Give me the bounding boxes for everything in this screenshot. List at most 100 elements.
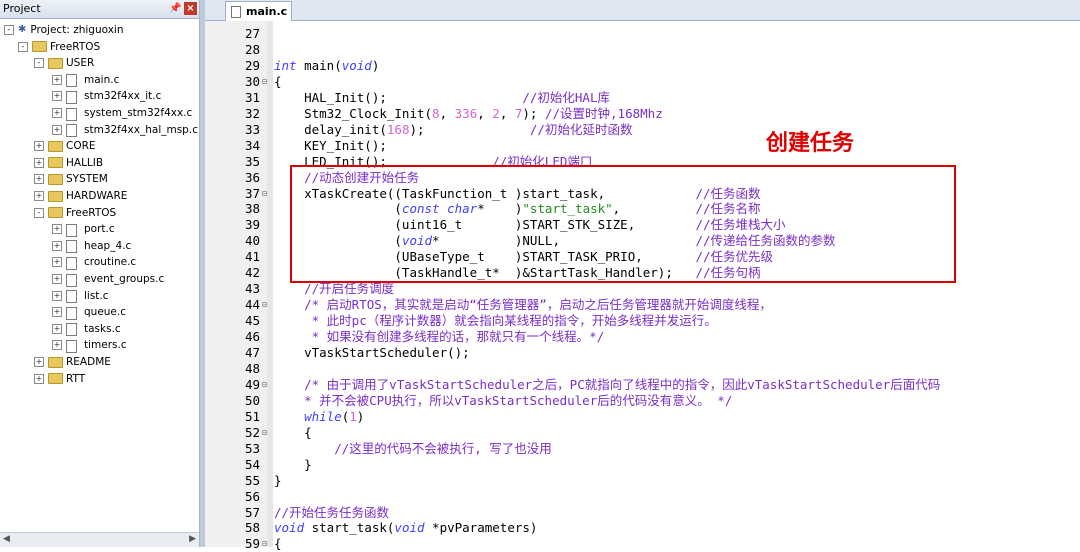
code-line[interactable]: 56 <box>205 489 1080 505</box>
fold-toggle-icon[interactable]: ⊟ <box>262 300 267 309</box>
code-line[interactable]: 27 <box>205 26 1080 42</box>
code-line[interactable]: 59 ⊟ { <box>205 536 1080 552</box>
tree-item[interactable]: + HALLIB <box>34 155 103 171</box>
code-line[interactable]: 29 int main(void) <box>205 58 1080 74</box>
code-token: KEY_Init(); <box>274 137 387 153</box>
folder-icon <box>48 190 63 202</box>
tree-item[interactable]: + system_stm32f4xx.c <box>52 105 192 121</box>
expand-icon[interactable]: + <box>52 240 62 251</box>
code-line[interactable]: 58 void start_task(void *pvParameters) <box>205 520 1080 536</box>
code-line[interactable]: 52 ⊟ { <box>205 425 1080 441</box>
code-line[interactable]: 51 while(1) <box>205 409 1080 425</box>
tree-item[interactable]: + tasks.c <box>52 321 121 337</box>
code-line[interactable]: 44 ⊟ /* 启动RTOS，其实就是启动“任务管理器”，启动之后任务管理器就开始… <box>205 297 1080 313</box>
expand-icon[interactable]: + <box>52 257 62 268</box>
tree-item[interactable]: + stm32f4xx_it.c <box>52 88 161 104</box>
tree-item[interactable]: + timers.c <box>52 337 127 353</box>
expand-icon[interactable]: + <box>34 174 44 185</box>
scroll-left-icon[interactable]: ◀ <box>3 534 10 544</box>
file-icon <box>66 290 80 304</box>
line-number: 38 <box>244 201 260 217</box>
code-line[interactable]: 30 ⊟ { <box>205 74 1080 90</box>
pin-icon[interactable]: 📌 <box>169 2 182 15</box>
line-number: 40 <box>244 233 260 249</box>
tree-item[interactable]: + HARDWARE <box>34 188 127 204</box>
code-token: delay_init( <box>274 121 387 137</box>
code-line[interactable]: 31 HAL_Init(); //初始化HAL库 <box>205 90 1080 106</box>
code-line[interactable]: 34 KEY_Init(); <box>205 138 1080 154</box>
code-line[interactable]: 54 } <box>205 457 1080 473</box>
expand-icon[interactable]: + <box>52 91 62 102</box>
code-line[interactable]: 33 delay_init(168); //初始化延时函数 <box>205 122 1080 138</box>
tree-item[interactable]: + heap_4.c <box>52 238 131 254</box>
tree-item[interactable]: - FreeRTOS <box>18 39 100 55</box>
tree-item[interactable]: + event_groups.c <box>52 271 164 287</box>
tree-item[interactable]: + croutine.c <box>52 254 136 270</box>
code-line[interactable]: 50 * 并不会被CPU执行，所以vTaskStartScheduler后的代码… <box>205 393 1080 409</box>
tree-item[interactable]: - USER <box>34 55 94 71</box>
code-token: /* 由于调用了vTaskStartScheduler之后，PC就指向了线程中的… <box>274 376 941 392</box>
expand-icon[interactable]: + <box>52 108 62 118</box>
expand-icon[interactable]: + <box>52 124 62 135</box>
expand-icon[interactable]: + <box>52 340 62 351</box>
code-token: 8 <box>432 105 440 121</box>
collapse-icon[interactable]: - <box>4 25 14 35</box>
code-area[interactable]: 27 28 29 int main(void) 30 ⊟{31 HAL_Init(); /… <box>205 21 1080 551</box>
code-line[interactable]: 55} <box>205 473 1080 489</box>
fold-toggle-icon[interactable]: ⊟ <box>262 380 267 389</box>
tree-item-label: list.c <box>84 289 109 302</box>
expand-icon[interactable]: + <box>34 373 44 384</box>
expand-icon[interactable]: + <box>34 157 44 168</box>
line-number: 54 <box>244 456 260 472</box>
expand-icon[interactable]: + <box>52 323 62 334</box>
expand-icon[interactable]: + <box>52 74 62 85</box>
expand-icon[interactable]: + <box>34 191 44 201</box>
scroll-right-icon[interactable]: ▶ <box>189 534 196 544</box>
code-line[interactable]: 46 * 如果没有创建多线程的话，那就只有一个线程。*/ <box>205 329 1080 345</box>
fold-toggle-icon[interactable]: ⊟ <box>262 428 267 437</box>
tree-item[interactable]: + CORE <box>34 138 96 154</box>
project-horizontal-scrollbar[interactable]: ◀ ▶ <box>0 532 199 547</box>
line-number: 34 <box>244 137 260 153</box>
line-number: 42 <box>244 265 260 281</box>
close-icon[interactable]: × <box>184 2 197 15</box>
expand-icon[interactable]: + <box>52 224 62 235</box>
code-line[interactable]: 53 //这里的代码不会被执行, 写了也没用 <box>205 441 1080 457</box>
tree-item[interactable]: - FreeRTOS <box>34 205 116 221</box>
expand-icon[interactable]: + <box>52 274 62 284</box>
expand-icon[interactable]: + <box>34 141 44 152</box>
fold-toggle-icon[interactable]: ⊟ <box>262 77 267 86</box>
tree-item[interactable]: + README <box>34 354 111 370</box>
collapse-icon[interactable]: - <box>18 41 28 52</box>
tree-item[interactable]: + RTT <box>34 371 85 387</box>
tree-item[interactable]: + port.c <box>52 221 115 237</box>
code-token: 336 <box>454 105 478 121</box>
code-line[interactable]: 45 * 此时pc（程序计数器）就会指向某线程的指令，开始多线程并发运行。 <box>205 313 1080 329</box>
expand-icon[interactable]: + <box>34 357 44 367</box>
expand-icon[interactable]: + <box>52 307 62 318</box>
collapse-icon[interactable]: - <box>34 58 44 69</box>
tree-item[interactable]: + queue.c <box>52 304 126 320</box>
tree-item-label: event_groups.c <box>84 273 165 285</box>
tree-item[interactable]: + main.c <box>52 72 119 88</box>
code-line[interactable]: 48 <box>205 361 1080 377</box>
expand-icon[interactable]: + <box>52 290 62 301</box>
tree-root[interactable]: - ✱ Project: zhiguoxin <box>4 22 123 38</box>
code-text: delay_init(168); //初始化延时函数 <box>274 122 632 138</box>
tree-item[interactable]: + SYSTEM <box>34 171 108 187</box>
code-token: //这里的代码不会被执行, 写了也没用 <box>274 440 552 456</box>
code-line[interactable]: 49 ⊟ /* 由于调用了vTaskStartScheduler之后，PC就指向了… <box>205 377 1080 393</box>
code-line[interactable]: 43 //开启任务调度 <box>205 281 1080 297</box>
tree-item[interactable]: + list.c <box>52 288 109 304</box>
tab-main-c[interactable]: main.c <box>225 1 293 21</box>
code-token: { <box>274 536 282 552</box>
code-line[interactable]: 57 //开始任务任务函数 <box>205 505 1080 521</box>
code-line[interactable]: 47 vTaskStartScheduler(); <box>205 345 1080 361</box>
tree-item[interactable]: + stm32f4xx_hal_msp.c <box>52 122 198 138</box>
code-line[interactable]: 28 <box>205 42 1080 58</box>
code-token: while <box>274 408 342 424</box>
fold-toggle-icon[interactable]: ⊟ <box>262 189 267 198</box>
fold-toggle-icon[interactable]: ⊟ <box>262 539 267 548</box>
code-line[interactable]: 32 Stm32_Clock_Init(8, 336, 2, 7); //设置时… <box>205 106 1080 122</box>
collapse-icon[interactable]: - <box>34 207 44 218</box>
